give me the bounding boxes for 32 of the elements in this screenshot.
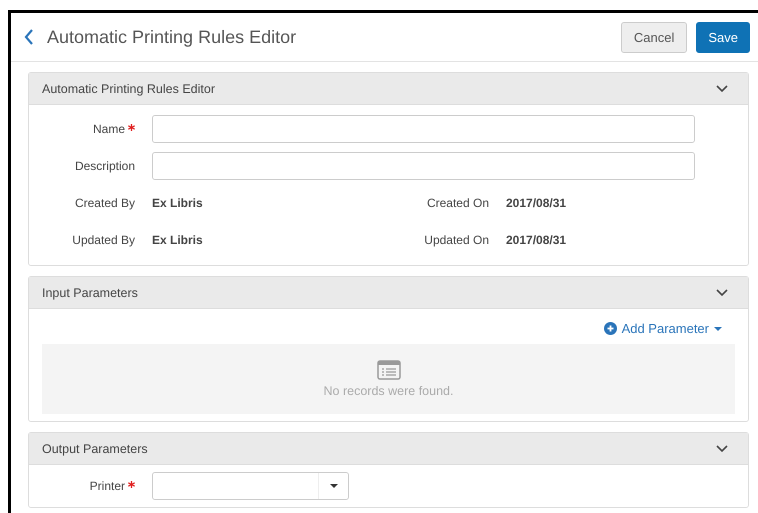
section-header[interactable]: Output Parameters — [29, 433, 748, 465]
field-label: Created By — [74, 196, 135, 210]
field-label: Name — [92, 122, 125, 136]
field-label: Created On — [426, 196, 489, 210]
page-title: Automatic Printing Rules Editor — [47, 26, 298, 48]
field-value: 2017/08/31 — [506, 232, 568, 246]
section-title: Automatic Printing Rules Editor — [42, 82, 215, 96]
save-button[interactable]: Save — [696, 22, 750, 52]
chevron-down-icon[interactable] — [716, 288, 728, 296]
section-title: Input Parameters — [42, 286, 138, 300]
caret-icon — [714, 326, 722, 330]
text-field[interactable] — [152, 114, 695, 142]
caret-icon — [330, 484, 338, 488]
empty-message: No records were found. — [324, 384, 454, 398]
field-label: Updated By — [72, 232, 135, 246]
section-header[interactable]: Automatic Printing Rules Editor — [29, 73, 748, 105]
field-label: Description — [74, 158, 135, 172]
field-label: Printer — [90, 479, 125, 493]
field-label: Updated On — [424, 232, 489, 246]
add-parameter-link[interactable]: Add Parameter — [604, 321, 722, 336]
text-field[interactable] — [152, 152, 695, 180]
list-icon — [376, 360, 400, 380]
field-value: Ex Libris — [152, 232, 204, 246]
field-value: 2017/08/31 — [506, 196, 568, 210]
section-header[interactable]: Input Parameters — [29, 277, 748, 309]
field-value: Ex Libris — [152, 196, 204, 210]
chevron-down-icon[interactable] — [716, 84, 728, 92]
section-title: Output Parameters — [42, 442, 148, 456]
cancel-button[interactable]: Cancel — [620, 22, 688, 52]
back-icon[interactable] — [23, 28, 35, 46]
chevron-down-icon[interactable] — [716, 444, 728, 452]
plus-circle-icon — [604, 322, 617, 335]
